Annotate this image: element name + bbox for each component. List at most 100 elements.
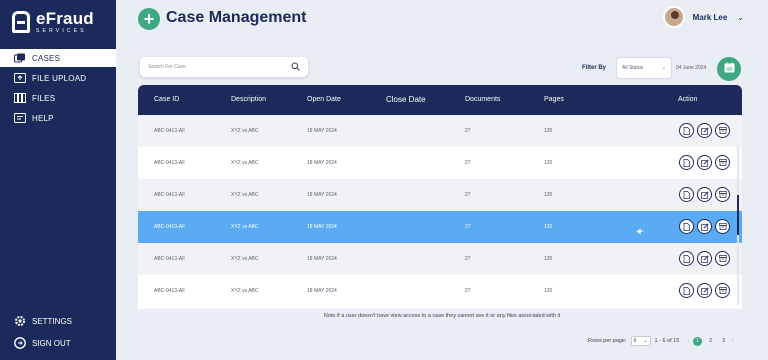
sidebar-item-label: FILES bbox=[32, 93, 56, 103]
cases-table: Case ID Description Open Date Close Date… bbox=[138, 85, 742, 309]
cases-icon bbox=[14, 53, 26, 63]
column-header-documents[interactable]: Documents bbox=[465, 96, 500, 103]
brand-name: eFraud bbox=[36, 9, 94, 28]
cell-open-date: 18 MAY 2024 bbox=[307, 160, 337, 166]
search-icon[interactable] bbox=[291, 58, 300, 76]
view-document-icon[interactable] bbox=[679, 123, 694, 138]
pagination-range: 1 - 6 of 15 bbox=[654, 338, 680, 344]
table-row[interactable]: ABC-0413-AF XYZ vs ABC 18 MAY 2024 27 12… bbox=[138, 179, 742, 211]
row-actions bbox=[679, 251, 730, 266]
cell-description: XYZ vs ABC bbox=[231, 224, 259, 230]
table-row[interactable]: ABC-0413-AF XYZ vs ABC 18 MAY 2024 27 12… bbox=[138, 147, 742, 179]
cell-case-id: ABC-0413-AF bbox=[154, 224, 186, 230]
files-icon bbox=[14, 93, 26, 103]
cell-open-date: 18 MAY 2024 bbox=[307, 128, 337, 134]
cell-description: XYZ vs ABC bbox=[231, 128, 259, 134]
cell-open-date: 18 MAY 2024 bbox=[307, 192, 337, 198]
sidebar-item-label: SETTINGS bbox=[32, 316, 73, 326]
column-header-close-date[interactable]: Close Date bbox=[386, 95, 426, 104]
cell-case-id: ABC-0413-AF bbox=[154, 128, 186, 134]
table-row[interactable]: ABC-0413-AF XYZ vs ABC 18 MAY 2024 27 12… bbox=[138, 275, 742, 307]
column-header-open-date[interactable]: Open Date bbox=[307, 96, 341, 103]
column-header-description[interactable]: Description bbox=[231, 96, 266, 103]
gear-icon bbox=[14, 315, 26, 327]
cell-pages: 120 bbox=[544, 160, 553, 166]
page-button-2[interactable]: 2 bbox=[706, 337, 715, 346]
search-input[interactable] bbox=[148, 64, 291, 70]
cell-pages: 120 bbox=[544, 128, 553, 134]
cell-case-id: ABC-0413-AF bbox=[154, 192, 186, 198]
page-button-1[interactable]: 1 bbox=[693, 336, 703, 346]
edit-icon[interactable] bbox=[697, 219, 712, 234]
archive-icon[interactable] bbox=[715, 219, 730, 234]
row-actions bbox=[679, 283, 730, 298]
cell-open-date: 18 MAY 2024 bbox=[307, 256, 337, 262]
column-header-case-id[interactable]: Case ID bbox=[154, 96, 179, 103]
edit-icon[interactable] bbox=[697, 187, 712, 202]
sidebar-item-cases[interactable]: CASES bbox=[0, 49, 116, 67]
view-document-icon[interactable] bbox=[679, 187, 694, 202]
user-menu[interactable]: Mark Lee ⌄ bbox=[662, 6, 744, 28]
status-filter-value: All Status bbox=[622, 65, 644, 71]
filter-label: Filter By bbox=[582, 65, 607, 71]
cell-pages: 120 bbox=[544, 256, 553, 262]
next-page-button[interactable]: › bbox=[732, 338, 734, 344]
sidebar-item-file-upload[interactable]: FILE UPLOAD bbox=[0, 69, 116, 87]
edit-icon[interactable] bbox=[697, 155, 712, 170]
edit-icon[interactable] bbox=[697, 283, 712, 298]
cell-description: XYZ vs ABC bbox=[231, 192, 259, 198]
archive-icon[interactable] bbox=[715, 123, 730, 138]
archive-icon[interactable] bbox=[715, 283, 730, 298]
status-filter-select[interactable]: All Status ⌄ bbox=[616, 57, 672, 79]
column-header-pages[interactable]: Pages bbox=[544, 96, 564, 103]
sidebar-item-help[interactable]: HELP bbox=[0, 109, 116, 127]
cell-case-id: ABC-0413-AF bbox=[154, 288, 186, 294]
sidebar-item-label: FILE UPLOAD bbox=[32, 73, 87, 83]
add-case-button[interactable]: + bbox=[138, 8, 160, 30]
table-row[interactable]: ABC-0413-AF XYZ vs ABC 18 MAY 2024 27 12… bbox=[138, 115, 742, 147]
table-scrollbar-thumb[interactable] bbox=[737, 195, 739, 235]
prev-page-button[interactable]: ‹ bbox=[687, 338, 689, 344]
view-document-icon[interactable] bbox=[679, 219, 694, 234]
cell-pages: 120 bbox=[544, 192, 553, 198]
access-note: Note if a user doesn't have view access … bbox=[323, 313, 561, 319]
cell-pages: 120 bbox=[544, 224, 553, 230]
cursor-pointer-icon bbox=[636, 228, 645, 237]
view-document-icon[interactable] bbox=[679, 251, 694, 266]
sign-out-icon bbox=[14, 337, 26, 349]
rows-per-page-select[interactable]: 6 ⌄ bbox=[630, 336, 651, 346]
cell-documents: 27 bbox=[465, 160, 471, 166]
calendar-button[interactable] bbox=[717, 57, 741, 81]
sidebar-item-label: HELP bbox=[32, 113, 54, 123]
logo-icon bbox=[12, 11, 30, 33]
calendar-icon bbox=[724, 60, 735, 78]
help-icon bbox=[14, 113, 26, 123]
user-name: Mark Lee bbox=[692, 12, 728, 22]
edit-icon[interactable] bbox=[697, 251, 712, 266]
cell-description: XYZ vs ABC bbox=[231, 160, 259, 166]
cell-description: XYZ vs ABC bbox=[231, 288, 259, 294]
avatar bbox=[662, 6, 685, 28]
main-content: + Case Management Mark Lee ⌄ Filter By A… bbox=[116, 0, 768, 360]
sidebar-item-settings[interactable]: SETTINGS bbox=[0, 313, 116, 329]
cell-case-id: ABC-0413-AF bbox=[154, 256, 186, 262]
pagination: Rows per page: 6 ⌄ 1 - 6 of 15 ‹ 1 2 3 › bbox=[588, 336, 734, 346]
sidebar-item-sign-out[interactable]: SIGN OUT bbox=[0, 335, 116, 351]
cell-open-date: 18 MAY 2024 bbox=[307, 288, 337, 294]
page-button-3[interactable]: 3 bbox=[719, 337, 728, 346]
archive-icon[interactable] bbox=[715, 251, 730, 266]
brand-logo: eFraud SERVICES bbox=[12, 10, 94, 34]
table-row-selected[interactable]: ABC-0413-AF XYZ vs ABC 18 MAY 2024 27 12… bbox=[138, 211, 742, 243]
archive-icon[interactable] bbox=[715, 187, 730, 202]
view-document-icon[interactable] bbox=[679, 155, 694, 170]
row-actions bbox=[679, 187, 730, 202]
sidebar-item-files[interactable]: FILES bbox=[0, 89, 116, 107]
edit-icon[interactable] bbox=[697, 123, 712, 138]
rows-per-page-value: 6 bbox=[633, 338, 637, 344]
table-row[interactable]: ABC-0413-AF XYZ vs ABC 18 MAY 2024 27 12… bbox=[138, 243, 742, 275]
archive-icon[interactable] bbox=[715, 155, 730, 170]
view-document-icon[interactable] bbox=[679, 283, 694, 298]
cell-documents: 27 bbox=[465, 128, 471, 134]
cell-case-id: ABC-0413-AF bbox=[154, 160, 186, 166]
row-actions bbox=[679, 123, 730, 138]
